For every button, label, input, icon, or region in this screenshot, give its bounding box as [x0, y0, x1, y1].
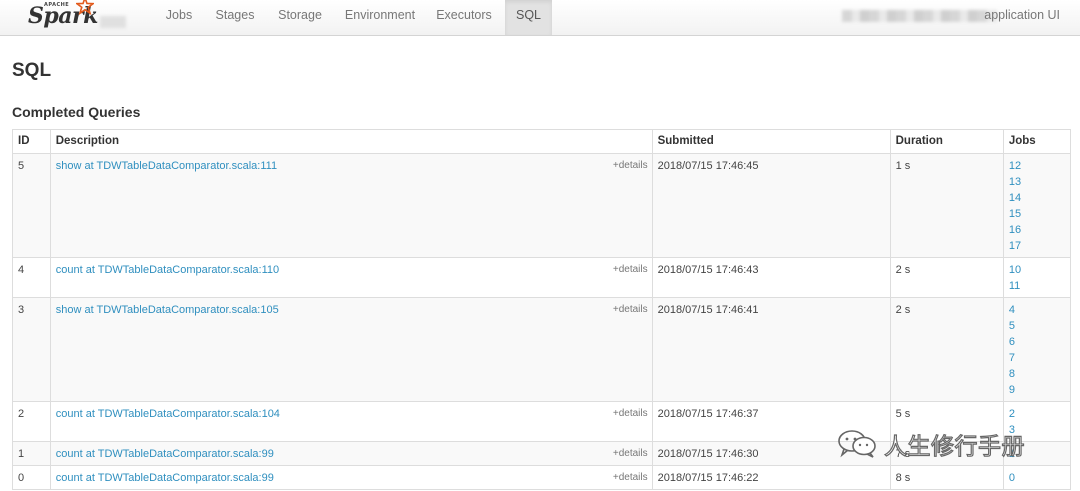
table-row: 4 count at TDWTableDataComparator.scala:1… [12, 257, 1072, 298]
tab-sql[interactable]: SQL [505, 0, 552, 35]
tab-executors-label: Executors [436, 8, 492, 22]
cell-id: 2 [12, 401, 51, 442]
spark-logo[interactable]: APACHE Spark [24, 0, 134, 34]
details-toggle[interactable]: +details [613, 406, 648, 422]
job-link[interactable]: 0 [1009, 470, 1065, 486]
cell-description: count at TDWTableDataComparator.scala:10… [49, 401, 653, 442]
header-submitted[interactable]: Submitted [651, 129, 891, 154]
table-row: 3 show at TDWTableDataComparator.scala:10… [12, 297, 1072, 402]
job-link[interactable]: 16 [1009, 222, 1065, 238]
cell-description: count at TDWTableDataComparator.scala:11… [49, 257, 653, 298]
details-toggle[interactable]: +details [613, 262, 648, 278]
cell-description: show at TDWTableDataComparator.scala:105… [49, 297, 653, 402]
tab-jobs-label: Jobs [165, 8, 193, 22]
tab-sql-label: SQL [515, 8, 541, 22]
header-duration[interactable]: Duration [889, 129, 1004, 154]
tab-stages-label: Stages [215, 8, 255, 22]
cell-duration: 2 s [889, 257, 1004, 298]
job-link[interactable]: 17 [1009, 238, 1065, 254]
details-toggle[interactable]: +details [613, 446, 648, 462]
description-link[interactable]: count at TDWTableDataComparator.scala:99 [56, 448, 274, 460]
job-link[interactable]: 11 [1009, 278, 1065, 294]
cell-id: 5 [12, 153, 51, 258]
description-wrapper: count at TDWTableDataComparator.scala:11… [56, 262, 648, 278]
tab-storage-label: Storage [278, 8, 322, 22]
cell-duration: 1 s [889, 153, 1004, 258]
spark-star-icon [76, 0, 94, 15]
description-wrapper: show at TDWTableDataComparator.scala:111… [56, 158, 648, 174]
cell-submitted: 2018/07/15 17:46:22 [651, 465, 891, 490]
table-header-row: ID Description Submitted Duration Jobs [12, 129, 1072, 154]
description-link[interactable]: show at TDWTableDataComparator.scala:105 [56, 304, 279, 316]
top-navbar: APACHE Spark Jobs Stages Storage Environ… [0, 0, 1080, 36]
cell-submitted: 2018/07/15 17:46:43 [651, 257, 891, 298]
job-link[interactable]: 7 [1009, 350, 1065, 366]
page-title: SQL [12, 60, 52, 81]
job-link[interactable]: 13 [1009, 174, 1065, 190]
description-link[interactable]: count at TDWTableDataComparator.scala:99 [56, 472, 274, 484]
cell-description: count at TDWTableDataComparator.scala:99… [49, 441, 653, 466]
cell-submitted: 2018/07/15 17:46:45 [651, 153, 891, 258]
tab-storage[interactable]: Storage [267, 0, 333, 35]
cell-duration: 2 s [889, 297, 1004, 402]
tab-executors[interactable]: Executors [427, 0, 501, 35]
cell-id: 4 [12, 257, 51, 298]
details-toggle[interactable]: +details [613, 470, 648, 486]
job-link[interactable]: 12 [1009, 158, 1065, 174]
description-link[interactable]: count at TDWTableDataComparator.scala:10… [56, 408, 280, 420]
cell-jobs: 12 13 14 15 16 17 [1002, 153, 1072, 258]
wechat-icon [838, 430, 876, 458]
host-name-blurred [842, 10, 996, 22]
table-row: 0 count at TDWTableDataComparator.scala:9… [12, 465, 1072, 490]
job-link[interactable]: 6 [1009, 334, 1065, 350]
details-toggle[interactable]: +details [613, 302, 648, 318]
cell-id: 1 [12, 441, 51, 466]
table-row: 5 show at TDWTableDataComparator.scala:11… [12, 153, 1072, 258]
cell-jobs: 456789 [1002, 297, 1072, 402]
header-jobs[interactable]: Jobs [1002, 129, 1072, 154]
cell-jobs: 10 11 [1002, 257, 1072, 298]
description-wrapper: count at TDWTableDataComparator.scala:10… [56, 406, 648, 422]
cell-submitted: 2018/07/15 17:46:41 [651, 297, 891, 402]
tab-jobs[interactable]: Jobs [155, 0, 203, 35]
cell-id: 3 [12, 297, 51, 402]
cell-id: 0 [12, 465, 51, 490]
job-link[interactable]: 5 [1009, 318, 1065, 334]
cell-description: show at TDWTableDataComparator.scala:111… [49, 153, 653, 258]
description-link[interactable]: show at TDWTableDataComparator.scala:111 [56, 160, 277, 172]
job-link[interactable]: 14 [1009, 190, 1065, 206]
details-toggle[interactable]: +details [613, 158, 648, 174]
header-description[interactable]: Description [49, 129, 653, 154]
watermark-text: 人生修行手册 [883, 433, 1025, 460]
cell-jobs: 0 [1002, 465, 1072, 490]
job-link[interactable]: 8 [1009, 366, 1065, 382]
tab-environment-label: Environment [344, 8, 416, 22]
cell-duration: 8 s [889, 465, 1004, 490]
job-link[interactable]: 15 [1009, 206, 1065, 222]
job-link[interactable]: 2 [1009, 406, 1065, 422]
description-link[interactable]: count at TDWTableDataComparator.scala:11… [56, 264, 279, 276]
description-wrapper: count at TDWTableDataComparator.scala:99… [56, 446, 648, 462]
job-link[interactable]: 4 [1009, 302, 1065, 318]
version-label-blurred [100, 16, 126, 28]
description-wrapper: show at TDWTableDataComparator.scala:105… [56, 302, 648, 318]
cell-description: count at TDWTableDataComparator.scala:99… [49, 465, 653, 490]
tab-stages[interactable]: Stages [206, 0, 264, 35]
job-link[interactable]: 10 [1009, 262, 1065, 278]
tab-environment[interactable]: Environment [336, 0, 424, 35]
header-id[interactable]: ID [12, 129, 51, 154]
application-name: application UI [984, 8, 1060, 22]
description-wrapper: count at TDWTableDataComparator.scala:99… [56, 470, 648, 486]
section-title-completed-queries: Completed Queries [12, 104, 141, 120]
job-link[interactable]: 9 [1009, 382, 1065, 398]
